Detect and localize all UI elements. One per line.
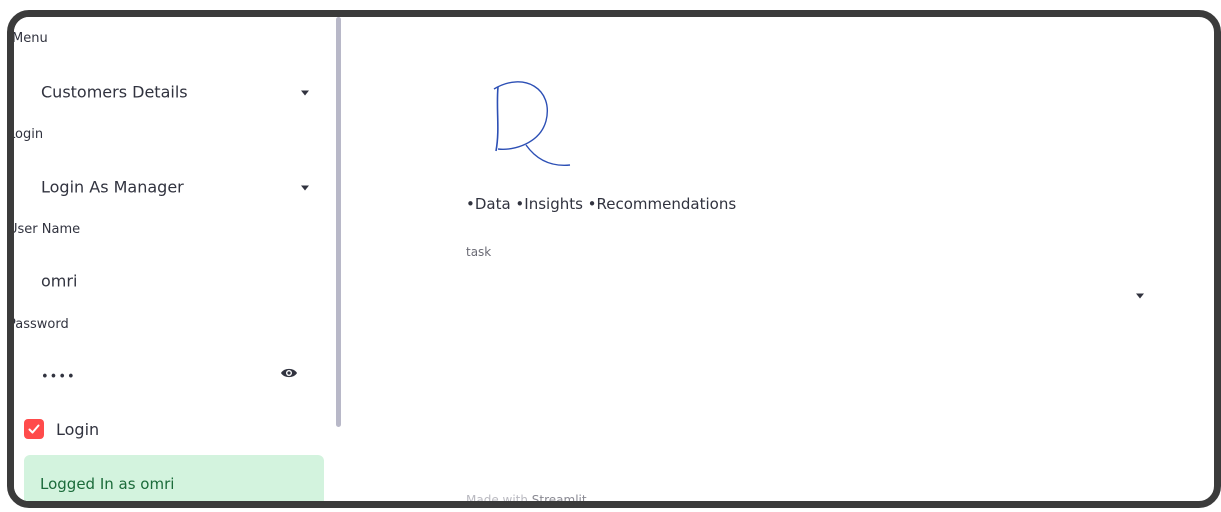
menu-select-value: Customers Details xyxy=(41,82,188,102)
password-input-value: •••• xyxy=(41,369,76,385)
chevron-down-icon xyxy=(301,90,309,96)
task-select[interactable] xyxy=(466,275,1166,315)
chevron-down-icon xyxy=(301,185,309,191)
footer-prefix: Made with xyxy=(466,493,532,507)
sidebar-scrollbar[interactable] xyxy=(336,17,341,427)
menu-label: Menu xyxy=(12,31,48,46)
eye-icon[interactable] xyxy=(280,367,298,379)
login-checkbox-label: Login xyxy=(56,419,100,439)
check-icon xyxy=(28,424,40,434)
footer: Made with Streamlit xyxy=(466,493,587,507)
sidebar: Menu Customers Details Login Login As Ma… xyxy=(14,17,338,501)
chevron-down-icon xyxy=(1136,293,1144,299)
logo-image xyxy=(493,81,571,166)
login-checkbox-row[interactable]: Login xyxy=(24,417,99,441)
footer-brand-link[interactable]: Streamlit xyxy=(532,493,587,501)
login-checkbox[interactable] xyxy=(24,419,44,439)
login-select-value: Login As Manager xyxy=(41,177,184,197)
username-label: User Name xyxy=(8,222,81,237)
main-content: •Data •Insights •Recommendations task Ma… xyxy=(344,17,1214,501)
username-input-value: omri xyxy=(41,271,78,291)
password-input[interactable]: •••• xyxy=(24,357,309,397)
task-label: task xyxy=(466,245,492,259)
success-message: Logged In as omri xyxy=(40,475,175,493)
menu-select[interactable]: Customers Details xyxy=(24,72,309,112)
username-input[interactable]: omri xyxy=(24,261,309,301)
login-select[interactable]: Login As Manager xyxy=(24,167,309,207)
app-window: Menu Customers Details Login Login As Ma… xyxy=(7,10,1221,508)
login-label: Login xyxy=(8,127,44,142)
success-alert: Logged In as omri xyxy=(24,455,324,501)
password-label: Password xyxy=(8,317,69,332)
tagline: •Data •Insights •Recommendations xyxy=(466,195,737,213)
